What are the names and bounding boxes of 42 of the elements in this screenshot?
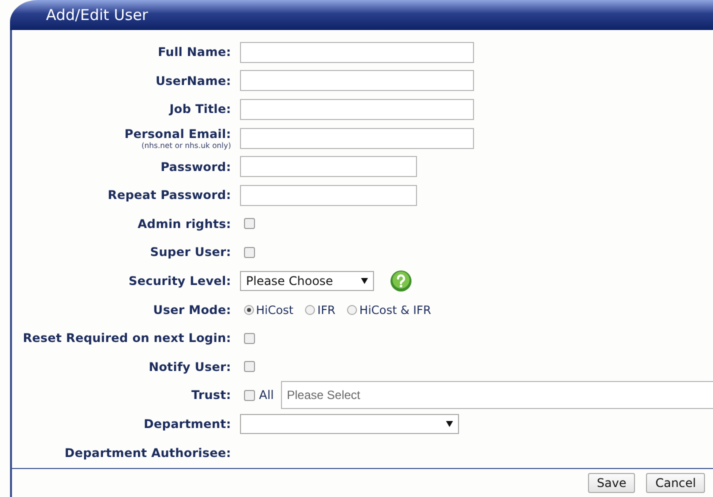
radio-button[interactable] bbox=[347, 304, 358, 315]
field-label: Trust: bbox=[191, 388, 231, 402]
input-field[interactable]: Please Select bbox=[280, 381, 713, 410]
field-label: Reset Required on next Login: bbox=[22, 331, 231, 346]
input-field[interactable] bbox=[240, 98, 474, 120]
input-field[interactable] bbox=[240, 156, 417, 178]
caret-icon bbox=[446, 421, 453, 428]
input-field[interactable] bbox=[240, 42, 474, 63]
input-field[interactable] bbox=[240, 128, 474, 149]
field-label: Full Name: bbox=[158, 45, 231, 60]
radio-button[interactable] bbox=[305, 304, 316, 315]
action-button[interactable]: Cancel bbox=[646, 473, 705, 493]
field-label: Super User: bbox=[150, 245, 231, 260]
field-label: UserName: bbox=[156, 74, 231, 88]
field-label: Security Level: bbox=[128, 274, 231, 288]
field-label: Personal Email: bbox=[124, 126, 231, 141]
checkbox[interactable] bbox=[244, 361, 255, 372]
field-label: Job Title: bbox=[169, 102, 231, 116]
input-field[interactable] bbox=[240, 184, 417, 206]
field-label: Department Authorisee: bbox=[64, 446, 231, 460]
dropdown[interactable] bbox=[240, 414, 459, 434]
checkbox-label[interactable]: All bbox=[259, 388, 274, 402]
field-label: Admin rights: bbox=[138, 216, 231, 231]
action-button[interactable]: Save bbox=[588, 473, 636, 493]
window-title: Add/Edit User bbox=[10, 0, 713, 30]
field-label: User Mode: bbox=[153, 302, 231, 317]
checkbox[interactable] bbox=[244, 390, 255, 401]
field-label: Notify User: bbox=[148, 360, 231, 374]
dropdown[interactable]: Please Choose bbox=[240, 271, 374, 292]
caret-icon bbox=[361, 278, 368, 284]
radio-label[interactable]: HiCost bbox=[256, 302, 294, 317]
input-field[interactable] bbox=[240, 70, 474, 92]
radio-button[interactable] bbox=[244, 304, 254, 315]
checkbox[interactable] bbox=[244, 246, 255, 258]
radio-label[interactable]: IFR bbox=[317, 302, 336, 317]
field-label: Password: bbox=[160, 160, 231, 174]
field-label: Repeat Password: bbox=[108, 188, 231, 202]
checkbox[interactable] bbox=[244, 332, 255, 344]
radio-label[interactable]: HiCost & IFR bbox=[359, 302, 432, 317]
checkbox[interactable] bbox=[244, 218, 255, 230]
help-icon[interactable] bbox=[390, 270, 412, 292]
field-label: Department: bbox=[144, 417, 231, 432]
